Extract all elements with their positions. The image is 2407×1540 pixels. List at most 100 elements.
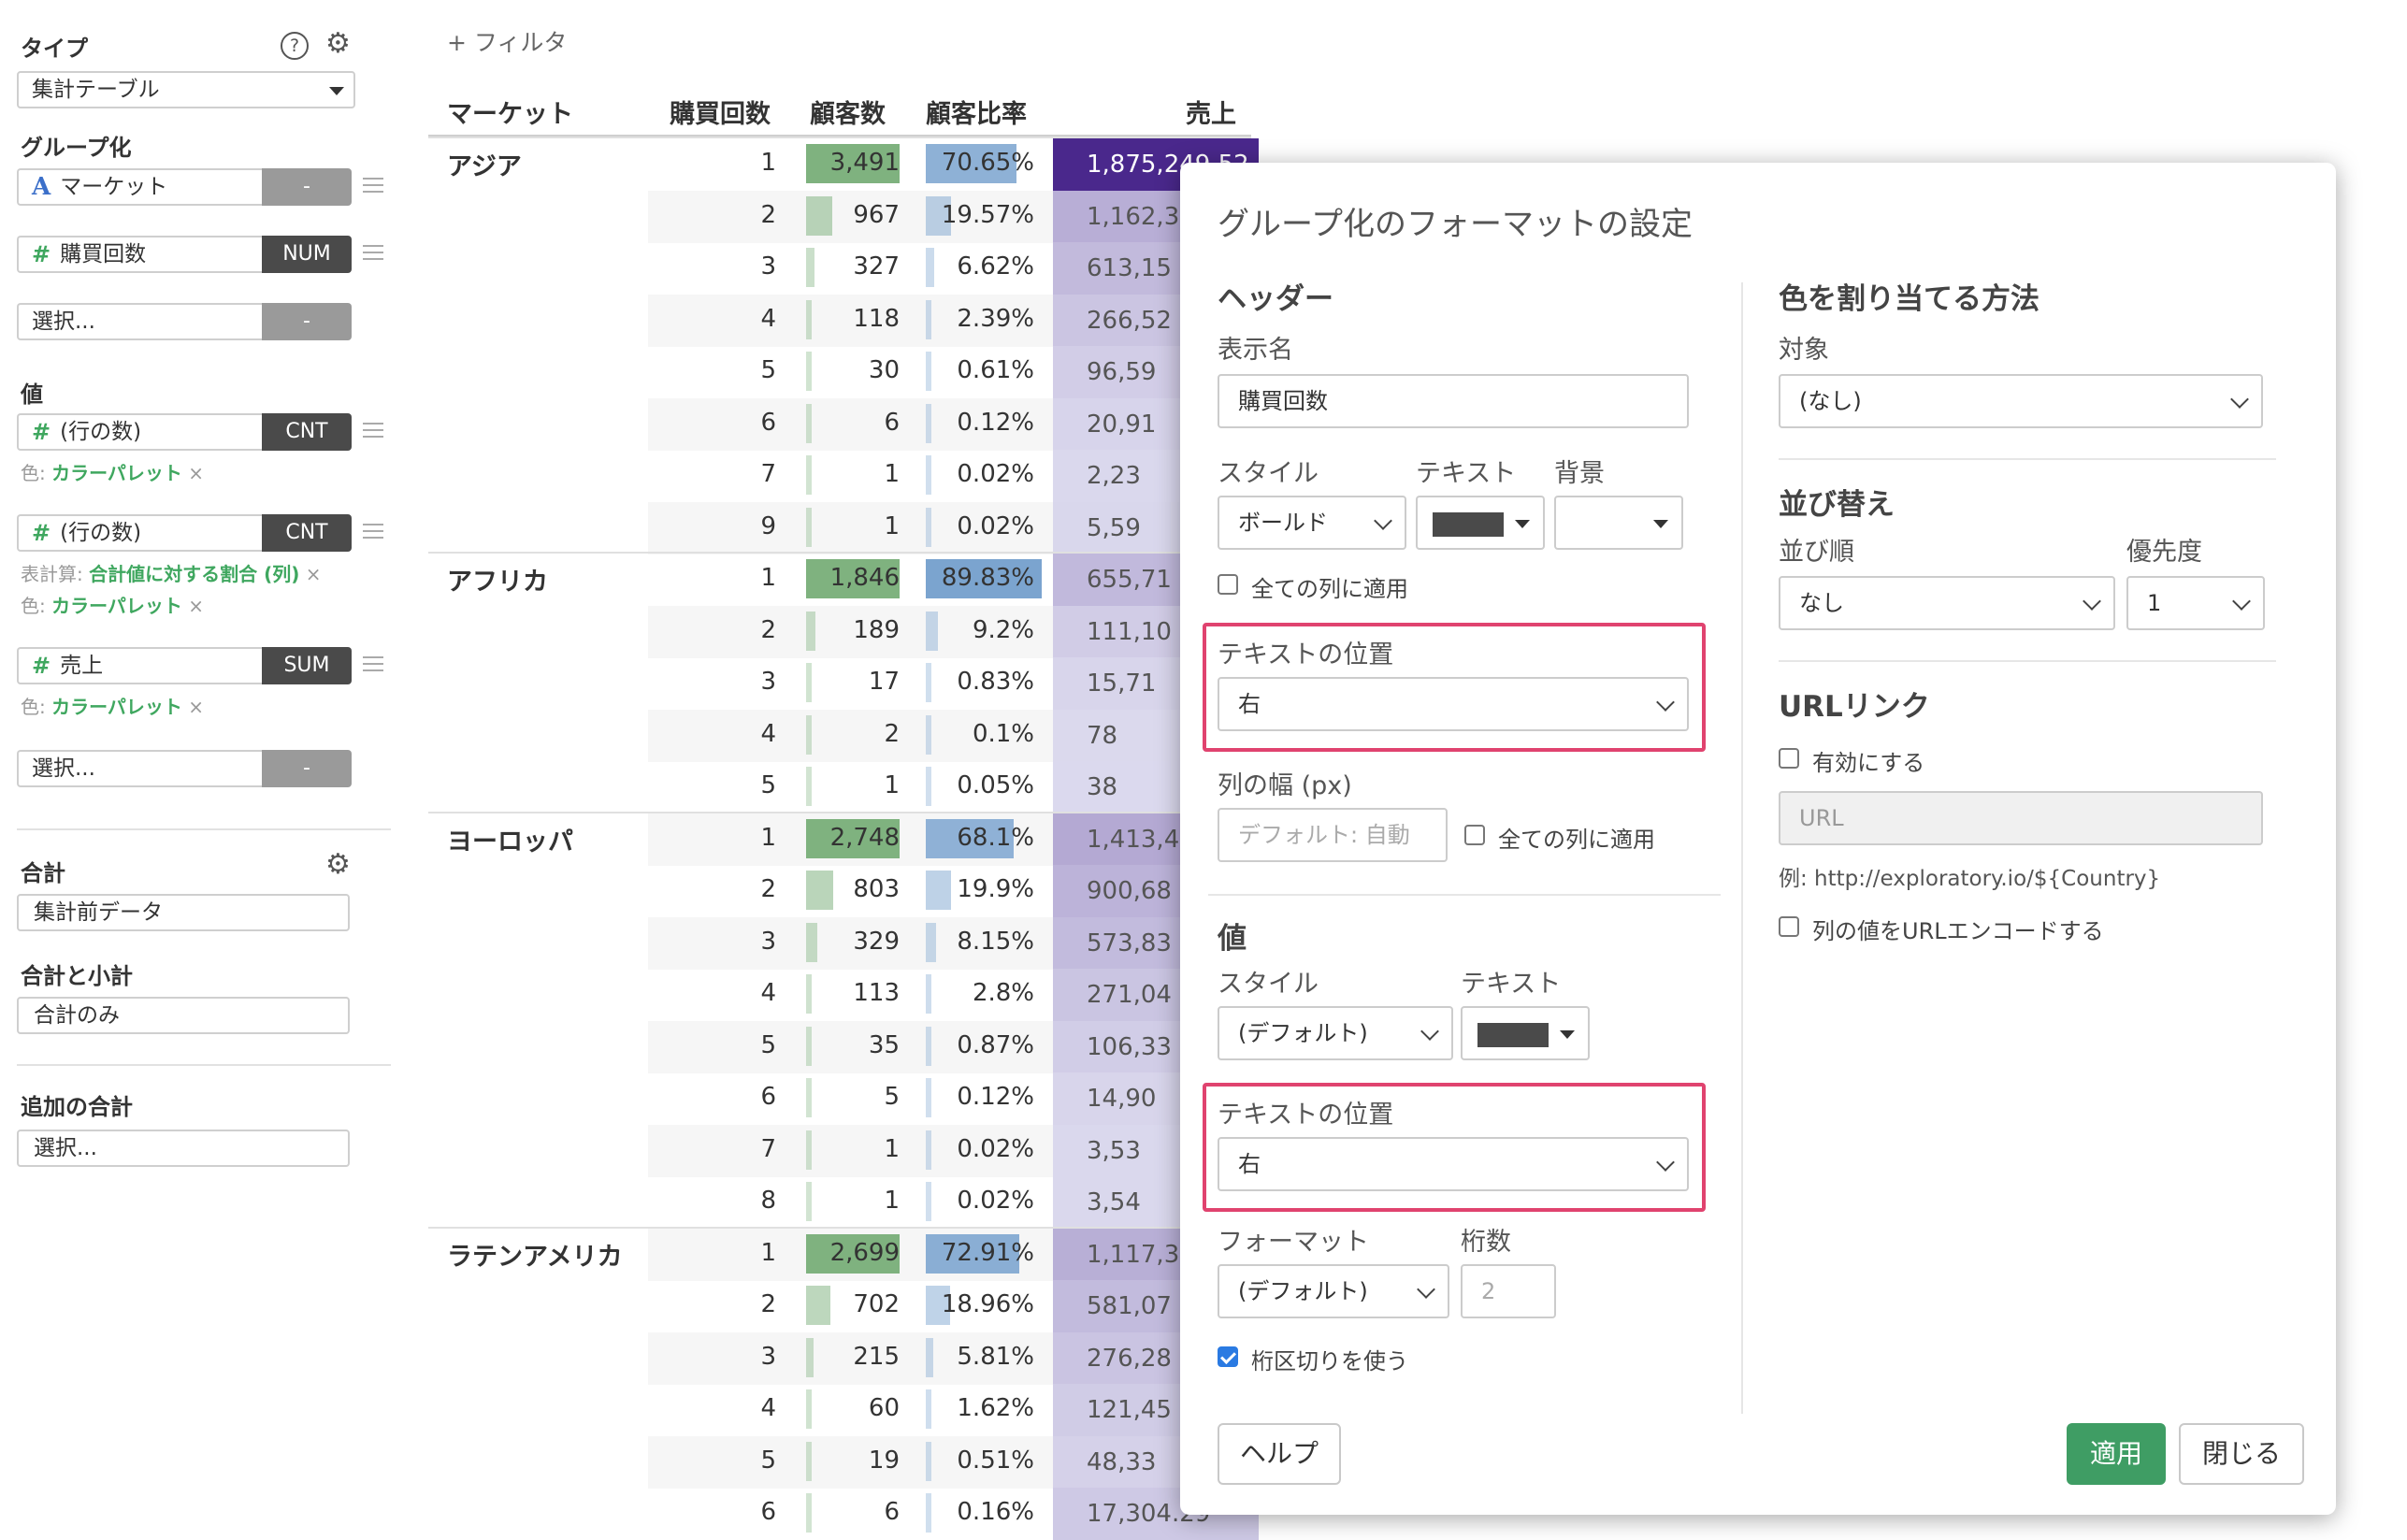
value-text-color-label: テキスト bbox=[1461, 970, 1562, 999]
chevron-down-icon bbox=[1420, 1022, 1439, 1041]
display-name-input[interactable]: 購買回数 bbox=[1218, 374, 1689, 428]
group-pill-tag[interactable]: - bbox=[262, 303, 352, 340]
cell-customers: 803 bbox=[853, 875, 900, 903]
remove-icon[interactable]: × bbox=[306, 563, 322, 585]
format-label: フォーマット bbox=[1218, 1228, 1369, 1257]
remove-icon[interactable]: × bbox=[188, 595, 204, 617]
type-select[interactable]: 集計テーブル bbox=[17, 71, 355, 108]
extra-total-select[interactable]: 選択... bbox=[17, 1130, 350, 1167]
url-encode-checkbox[interactable] bbox=[1779, 916, 1799, 937]
url-enable-checkbox[interactable] bbox=[1779, 748, 1799, 769]
thousand-separator-checkbox[interactable] bbox=[1218, 1346, 1238, 1367]
close-button[interactable]: 閉じる bbox=[2179, 1423, 2304, 1485]
cell-customer-ratio: 0.1% bbox=[972, 720, 1034, 748]
cell-purchase-count: 4 bbox=[760, 1394, 776, 1422]
group-pill-tag[interactable]: - bbox=[262, 168, 352, 206]
column-header-customers[interactable]: 顧客数 bbox=[810, 94, 886, 130]
caret-down-icon bbox=[1560, 1030, 1575, 1039]
apply-all-columns-label: 全ての列に適用 bbox=[1251, 576, 1408, 602]
drag-handle-icon[interactable] bbox=[363, 178, 383, 194]
cell-customers: 327 bbox=[853, 252, 900, 281]
cell-customer-ratio: 70.65% bbox=[941, 149, 1034, 177]
group-pill-select[interactable]: 選択... - bbox=[17, 303, 352, 340]
apply-all-columns-checkbox[interactable] bbox=[1218, 574, 1238, 595]
gear-icon[interactable]: ⚙ bbox=[325, 851, 351, 879]
color-palette-link[interactable]: カラーパレット bbox=[51, 462, 182, 484]
cell-customers: 6 bbox=[884, 409, 900, 437]
drag-handle-icon[interactable] bbox=[363, 423, 383, 439]
sort-order-select[interactable]: なし bbox=[1779, 576, 2115, 630]
value-color-note: 色: カラーパレット × bbox=[21, 595, 205, 617]
cell-purchase-count: 5 bbox=[760, 1446, 776, 1475]
value-pill-label: 売上 bbox=[60, 654, 104, 678]
url-input[interactable]: URL bbox=[1779, 791, 2263, 845]
value-pill-sales[interactable]: # 売上 SUM bbox=[17, 647, 352, 684]
value-pill-tag[interactable]: SUM bbox=[262, 647, 352, 684]
color-palette-link[interactable]: カラーパレット bbox=[51, 595, 182, 617]
color-palette-link[interactable]: カラーパレット bbox=[51, 696, 182, 718]
values-label: 値 bbox=[21, 381, 43, 408]
value-pill-tag[interactable]: CNT bbox=[262, 514, 352, 552]
group-pill-market[interactable]: A マーケット - bbox=[17, 168, 352, 206]
table-calc-link[interactable]: 合計値に対する割合 (列) bbox=[89, 563, 299, 585]
value-pill-tag[interactable]: - bbox=[262, 750, 352, 787]
cell-customers: 2,748 bbox=[829, 824, 900, 852]
total-select[interactable]: 集計前データ bbox=[17, 894, 350, 931]
header-text-position-select[interactable]: 右 bbox=[1218, 677, 1689, 731]
column-header-sales[interactable]: 売上 bbox=[1186, 94, 1236, 130]
remove-icon[interactable]: × bbox=[188, 462, 204, 484]
chevron-down-icon bbox=[2083, 592, 2101, 611]
add-filter-button[interactable]: + フィルタ bbox=[447, 24, 567, 58]
priority-select[interactable]: 1 bbox=[2126, 576, 2265, 630]
apply-all-columns-width-label: 全ての列に適用 bbox=[1498, 827, 1655, 853]
drag-handle-icon[interactable] bbox=[363, 524, 383, 540]
value-pill-row-count[interactable]: # (行の数) CNT bbox=[17, 413, 352, 451]
apply-button[interactable]: 適用 bbox=[2067, 1423, 2166, 1485]
value-style-select[interactable]: (デフォルト) bbox=[1218, 1006, 1453, 1060]
value-pill-row-count-ratio[interactable]: # (行の数) CNT bbox=[17, 514, 352, 552]
digits-input[interactable]: 2 bbox=[1461, 1264, 1556, 1318]
column-header-purchase-count[interactable]: 購買回数 bbox=[670, 94, 771, 130]
drag-handle-icon[interactable] bbox=[363, 656, 383, 673]
remove-icon[interactable]: × bbox=[188, 696, 204, 718]
total-label: 合計 bbox=[21, 860, 65, 886]
group-pill-purchase-count[interactable]: # 購買回数 NUM bbox=[17, 236, 352, 273]
section-divider bbox=[1779, 660, 2276, 662]
apply-all-columns-width-checkbox[interactable] bbox=[1464, 825, 1485, 845]
group-pill-label: 選択... bbox=[32, 309, 95, 334]
gear-icon[interactable]: ⚙ bbox=[325, 30, 351, 58]
cell-customers: 2,699 bbox=[829, 1239, 900, 1267]
divider bbox=[17, 828, 391, 830]
value-text-color-picker[interactable] bbox=[1461, 1006, 1590, 1060]
header-style-select[interactable]: ボールド bbox=[1218, 496, 1406, 550]
value-pill-select[interactable]: 選択... - bbox=[17, 750, 352, 787]
value-text-position-select[interactable]: 右 bbox=[1218, 1137, 1689, 1191]
column-header-market[interactable]: マーケット bbox=[447, 94, 573, 130]
value-pill-tag[interactable]: CNT bbox=[262, 413, 352, 451]
caret-down-icon bbox=[329, 87, 344, 95]
thousand-separator-label: 桁区切りを使う bbox=[1251, 1348, 1408, 1374]
help-icon[interactable]: ? bbox=[281, 32, 309, 60]
sort-order-value: なし bbox=[1799, 590, 1844, 616]
help-button[interactable]: ヘルプ bbox=[1218, 1423, 1341, 1485]
cell-customers: 5 bbox=[884, 1083, 900, 1111]
format-select[interactable]: (デフォルト) bbox=[1218, 1264, 1449, 1318]
cell-customer-ratio: 0.02% bbox=[957, 460, 1034, 488]
url-section-title: URLリンク bbox=[1779, 690, 1930, 724]
sort-order-label: 並び順 bbox=[1779, 538, 1854, 567]
header-bg-color-picker[interactable] bbox=[1554, 496, 1683, 550]
color-section-title: 色を割り当てる方法 bbox=[1779, 282, 2039, 316]
column-width-input[interactable]: デフォルト: 自動 bbox=[1218, 808, 1448, 862]
drag-handle-icon[interactable] bbox=[363, 245, 383, 262]
header-section-title: ヘッダー bbox=[1218, 282, 1333, 316]
header-style-value: ボールド bbox=[1238, 510, 1328, 536]
subtotal-select[interactable]: 合計のみ bbox=[17, 997, 350, 1034]
color-target-select[interactable]: (なし) bbox=[1779, 374, 2263, 428]
cell-customers: 35 bbox=[868, 1031, 900, 1059]
group-pill-tag[interactable]: NUM bbox=[262, 236, 352, 273]
value-section-title: 値 bbox=[1218, 922, 1247, 956]
cell-customer-ratio: 0.02% bbox=[957, 1135, 1034, 1163]
header-text-color-picker[interactable] bbox=[1416, 496, 1545, 550]
chevron-down-icon bbox=[1656, 1153, 1675, 1172]
column-header-customer-ratio[interactable]: 顧客比率 bbox=[926, 94, 1027, 130]
